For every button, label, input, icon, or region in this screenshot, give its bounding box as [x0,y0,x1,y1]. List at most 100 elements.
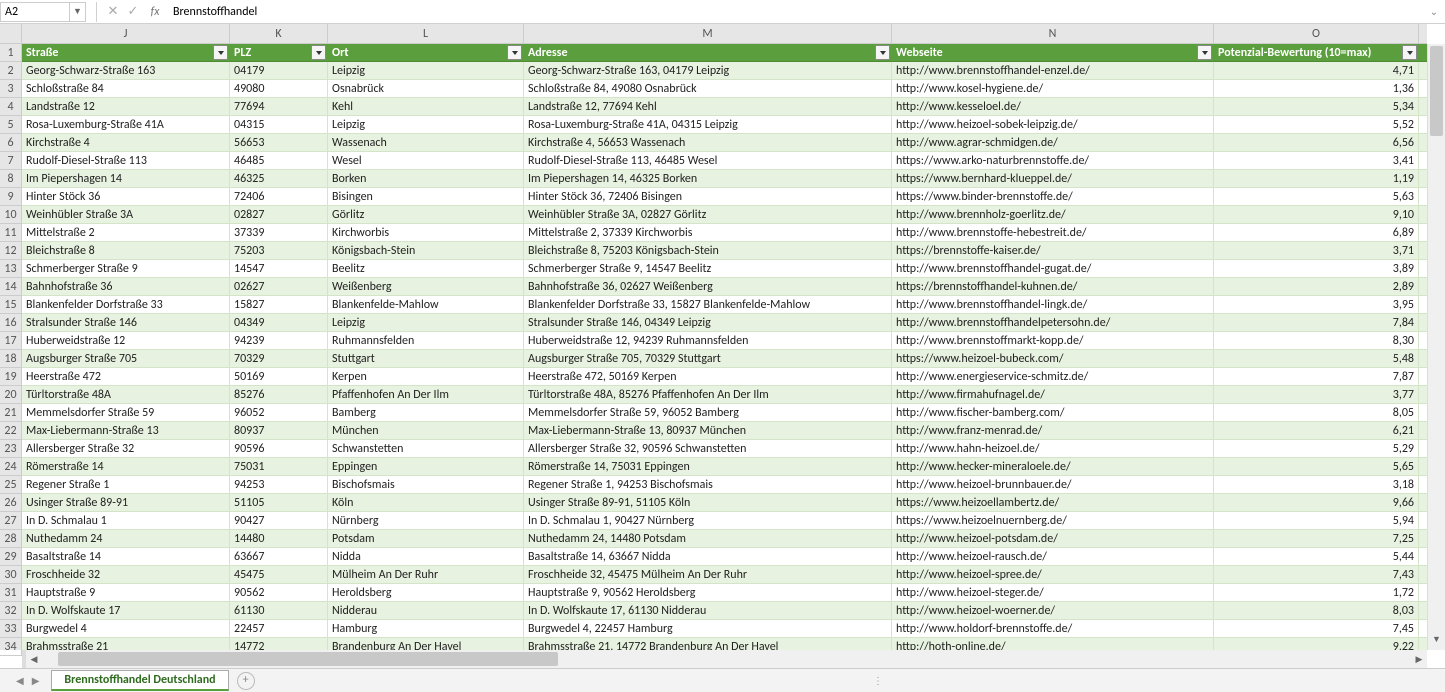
cell[interactable]: Nidda [328,548,524,566]
cell[interactable]: 5,65 [1214,458,1419,476]
row-header-16[interactable]: 16 [0,314,22,332]
cell[interactable]: 72406 [230,188,328,206]
cell[interactable]: 7,84 [1214,314,1419,332]
cell[interactable]: http://www.heizoel-brunnbauer.de/ [892,476,1214,494]
row-header-1[interactable]: 1 [0,44,22,62]
filter-icon[interactable] [1402,45,1417,60]
cell[interactable]: Georg-Schwarz-Straße 163, 04179 Leipzig [524,62,892,80]
table-row[interactable]: Rudolf-Diesel-Straße 11346485WeselRudolf… [22,152,1427,170]
cell[interactable]: Türltorstraße 48A, 85276 Pfaffenhofen An… [524,386,892,404]
cell[interactable]: 63667 [230,548,328,566]
cell[interactable]: http://www.heizoel-steger.de/ [892,584,1214,602]
cell[interactable]: http://www.heizoel-rausch.de/ [892,548,1214,566]
cell[interactable]: Heroldsberg [328,584,524,602]
cell[interactable]: 50169 [230,368,328,386]
sheet-tab-active[interactable]: Brennstoffhandel Deutschland [51,670,228,691]
scroll-left-icon[interactable]: ◀ [26,654,42,665]
cell[interactable]: 94239 [230,332,328,350]
vertical-scrollbar[interactable]: ▲ ▼ [1427,44,1445,650]
cell[interactable]: https://www.heizoelnuernberg.de/ [892,512,1214,530]
row-header-24[interactable]: 24 [0,458,22,476]
table-row[interactable]: Heerstraße 47250169KerpenHeerstraße 472,… [22,368,1427,386]
cell[interactable]: Eppingen [328,458,524,476]
cell[interactable]: http://www.holdorf-brennstoffe.de/ [892,620,1214,638]
table-row[interactable]: Kirchstraße 456653WassenachKirchstraße 4… [22,134,1427,152]
cell[interactable]: 3,71 [1214,242,1419,260]
cell[interactable]: 2,89 [1214,278,1419,296]
cell[interactable]: 46485 [230,152,328,170]
cell[interactable]: 3,18 [1214,476,1419,494]
column-header-M[interactable]: M [524,24,892,44]
cell[interactable]: https://www.heizoellambertz.de/ [892,494,1214,512]
cell[interactable]: Türltorstraße 48A [22,386,230,404]
table-row[interactable]: Usinger Straße 89-9151105KölnUsinger Str… [22,494,1427,512]
row-header-10[interactable]: 10 [0,206,22,224]
cell[interactable]: Heerstraße 472, 50169 Kerpen [524,368,892,386]
cell[interactable]: 96052 [230,404,328,422]
cell[interactable]: 70329 [230,350,328,368]
row-header-5[interactable]: 5 [0,116,22,134]
filter-icon[interactable] [311,45,326,60]
cell[interactable]: Bleichstraße 8, 75203 Königsbach-Stein [524,242,892,260]
row-header-27[interactable]: 27 [0,512,22,530]
cell[interactable]: 46325 [230,170,328,188]
table-row[interactable]: Hauptstraße 990562HeroldsbergHauptstraße… [22,584,1427,602]
cell[interactable]: 6,21 [1214,422,1419,440]
cell[interactable]: http://www.brennstoffhandelpetersohn.de/ [892,314,1214,332]
cell[interactable]: Königsbach-Stein [328,242,524,260]
cell[interactable]: 02827 [230,206,328,224]
cell[interactable]: 3,41 [1214,152,1419,170]
cell[interactable]: Hinter Stöck 36 [22,188,230,206]
table-header-M[interactable]: Adresse [524,44,892,62]
row-header-19[interactable]: 19 [0,368,22,386]
cell[interactable]: 6,56 [1214,134,1419,152]
table-row[interactable]: Blankenfelder Dorfstraße 3315827Blankenf… [22,296,1427,314]
row-header-34[interactable]: 34 [0,638,22,656]
cell[interactable]: 56653 [230,134,328,152]
cell[interactable]: https://www.bernhard-klueppel.de/ [892,170,1214,188]
cell[interactable]: Regener Straße 1, 94253 Bischofsmais [524,476,892,494]
cells[interactable]: StraßePLZOrtAdresseWebseitePotenzial-Bew… [22,44,1427,650]
cell[interactable]: 3,77 [1214,386,1419,404]
cell[interactable]: Allersberger Straße 32, 90596 Schwanstet… [524,440,892,458]
table-header-O[interactable]: Potenzial-Bewertung (10=max) [1214,44,1419,62]
cell[interactable]: Römerstraße 14, 75031 Eppingen [524,458,892,476]
cell[interactable]: http://www.heizoel-potsdam.de/ [892,530,1214,548]
expand-formula-bar-icon[interactable]: ⌄ [1423,5,1445,18]
table-row[interactable]: Stralsunder Straße 14604349LeipzigStrals… [22,314,1427,332]
cell[interactable]: http://www.brennstoffe-hebestreit.de/ [892,224,1214,242]
cell[interactable]: 75203 [230,242,328,260]
cell[interactable]: Borken [328,170,524,188]
row-header-14[interactable]: 14 [0,278,22,296]
cell[interactable]: 37339 [230,224,328,242]
cell[interactable]: 02627 [230,278,328,296]
table-row[interactable]: Römerstraße 1475031EppingenRömerstraße 1… [22,458,1427,476]
column-header-N[interactable]: N [892,24,1214,44]
row-header-12[interactable]: 12 [0,242,22,260]
cell[interactable]: Schwanstetten [328,440,524,458]
cell[interactable]: Pfaffenhofen An Der Ilm [328,386,524,404]
cell[interactable]: Schloßstraße 84 [22,80,230,98]
cell[interactable]: Allersberger Straße 32 [22,440,230,458]
fx-icon[interactable]: fx [143,5,167,19]
cell[interactable]: 85276 [230,386,328,404]
table-header-N[interactable]: Webseite [892,44,1214,62]
cell[interactable]: Hauptstraße 9 [22,584,230,602]
table-row[interactable]: Im Piepershagen 1446325BorkenIm Piepersh… [22,170,1427,188]
cell[interactable]: 22457 [230,620,328,638]
horizontal-scrollbar[interactable]: ◀ ▶ [22,650,1427,668]
cell[interactable]: Heerstraße 472 [22,368,230,386]
cell[interactable]: Huberweidstraße 12, 94239 Ruhmannsfelden [524,332,892,350]
cell[interactable]: Osnabrück [328,80,524,98]
cell[interactable]: 7,43 [1214,566,1419,584]
cell[interactable]: Landstraße 12 [22,98,230,116]
filter-icon[interactable] [507,45,522,60]
cell[interactable]: Im Piepershagen 14 [22,170,230,188]
table-row[interactable]: Bahnhofstraße 3602627WeißenbergBahnhofst… [22,278,1427,296]
table-row[interactable]: Augsburger Straße 70570329StuttgartAugsb… [22,350,1427,368]
cell[interactable]: Rudolf-Diesel-Straße 113 [22,152,230,170]
cell[interactable]: 61130 [230,602,328,620]
cell[interactable]: 4,71 [1214,62,1419,80]
cell[interactable]: 49080 [230,80,328,98]
row-header-3[interactable]: 3 [0,80,22,98]
